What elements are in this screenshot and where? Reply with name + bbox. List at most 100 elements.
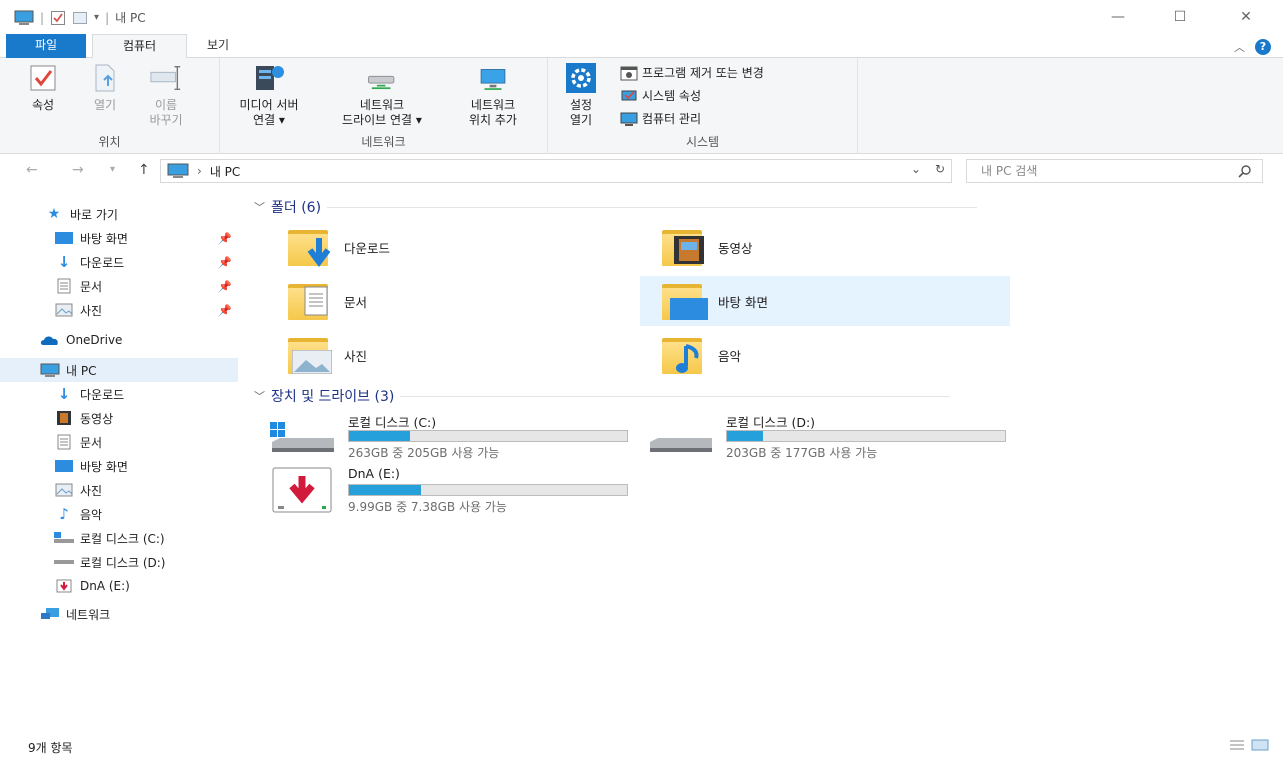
nav-qa-desktop[interactable]: 바탕 화면 📌 — [0, 226, 238, 250]
recent-dropdown-icon[interactable]: ▾ — [110, 164, 115, 175]
properties-check-icon[interactable] — [50, 10, 66, 26]
forward-arrow-icon[interactable]: → — [72, 162, 84, 178]
address-bar[interactable]: › 내 PC ⌄ ↻ — [160, 159, 952, 183]
open-settings-button[interactable]: 설정 열기 — [556, 62, 606, 128]
system-drive-icon — [54, 530, 74, 546]
folder-tile-documents[interactable]: 문서 — [266, 276, 636, 326]
collapse-ribbon-icon[interactable]: ︿ — [1234, 39, 1245, 55]
desktop-icon — [54, 458, 74, 474]
ribbon-tabs: 파일 컴퓨터 보기 — [0, 34, 1283, 59]
drive-usage-bar — [348, 430, 628, 442]
nav-quick-access[interactable]: ★ 바로 가기 — [0, 202, 238, 226]
media-server-icon — [256, 66, 284, 90]
separator: | — [40, 10, 45, 25]
drives-group-header[interactable]: ﹀ 장치 및 드라이브 (3) — [254, 386, 951, 406]
refresh-icon[interactable]: ↻ — [935, 162, 945, 176]
pin-icon[interactable]: 📌 — [218, 232, 232, 245]
network-location-icon — [480, 69, 506, 90]
drive-tile-d[interactable]: 로컬 디스크 (D:) 203GB 중 177GB 사용 가능 — [648, 412, 1008, 462]
tab-computer[interactable]: 컴퓨터 — [92, 34, 187, 59]
system-drive-icon — [270, 422, 334, 452]
search-icon[interactable] — [1238, 164, 1252, 178]
download-arrow-icon: ↓ — [57, 253, 71, 271]
nav-qa-pictures[interactable]: 사진 📌 — [0, 298, 238, 322]
pin-icon[interactable]: 📌 — [218, 304, 232, 317]
address-history-dropdown-icon[interactable]: ⌄ — [911, 162, 921, 176]
drive-tile-c[interactable]: 로컬 디스크 (C:) 263GB 중 205GB 사용 가능 — [270, 412, 630, 462]
breadcrumb-this-pc[interactable]: 내 PC — [210, 163, 240, 180]
nav-pc-documents[interactable]: 문서 — [0, 430, 238, 454]
drive-tile-e[interactable]: DnA (E:) 9.99GB 중 7.38GB 사용 가능 — [270, 466, 630, 516]
divider — [400, 395, 951, 397]
folder-tile-music[interactable]: 음악 — [640, 330, 1010, 380]
map-network-drive-button[interactable]: 네트워크 드라이브 연결 ▾ — [320, 62, 444, 128]
folders-group-header[interactable]: ﹀ 폴더 (6) — [254, 197, 978, 217]
qat-dropdown-icon[interactable]: ▾ — [94, 12, 99, 23]
uninstall-program-button[interactable]: 프로그램 제거 또는 변경 — [620, 64, 764, 81]
search-box[interactable]: 내 PC 검색 — [966, 159, 1263, 183]
drive-usage-bar — [726, 430, 1006, 442]
star-icon: ★ — [47, 206, 61, 222]
nav-pc-drive-e[interactable]: DnA (E:) — [0, 574, 238, 598]
system-properties-button[interactable]: 시스템 속성 — [620, 87, 701, 104]
nav-network[interactable]: 네트워크 — [0, 602, 238, 626]
close-button[interactable]: ✕ — [1226, 6, 1266, 28]
nav-pc-videos[interactable]: 동영상 — [0, 406, 238, 430]
drive-usage-bar — [348, 484, 628, 496]
nav-pc-downloads[interactable]: ↓ 다운로드 — [0, 382, 238, 406]
large-icons-view-icon[interactable] — [1251, 739, 1269, 751]
uninstall-icon — [620, 66, 638, 80]
status-bar: 9개 항목 — [0, 733, 1283, 759]
folder-tile-videos[interactable]: 동영상 — [640, 222, 1010, 272]
ribbon-help-area: ︿ ? — [1234, 39, 1271, 55]
nav-onedrive[interactable]: OneDrive — [0, 328, 238, 352]
computer-management-button[interactable]: 컴퓨터 관리 — [620, 110, 701, 127]
up-arrow-icon[interactable]: ↑ — [138, 162, 150, 178]
folder-documents-icon — [284, 278, 334, 324]
removable-drive-icon — [54, 578, 74, 594]
removable-drive-icon — [272, 467, 332, 513]
new-folder-icon[interactable] — [72, 10, 88, 26]
pictures-icon — [54, 302, 74, 318]
maximize-button[interactable]: ☐ — [1160, 6, 1200, 28]
open-button[interactable]: 열기 — [80, 62, 130, 113]
breadcrumb-chevron-icon[interactable]: › — [197, 164, 202, 178]
video-icon — [54, 410, 74, 426]
nav-qa-downloads[interactable]: ↓ 다운로드 📌 — [0, 250, 238, 274]
tab-file[interactable]: 파일 — [6, 34, 86, 58]
back-arrow-icon[interactable]: ← — [26, 162, 38, 178]
nav-pc-drive-c[interactable]: 로컬 디스크 (C:) — [0, 526, 238, 550]
details-view-icon[interactable] — [1229, 739, 1245, 751]
properties-button[interactable]: 속성 — [18, 62, 68, 113]
this-pc-icon — [167, 163, 189, 178]
folder-videos-icon — [658, 224, 708, 270]
network-icon — [40, 606, 60, 622]
help-icon[interactable]: ? — [1255, 39, 1271, 55]
folder-tile-pictures[interactable]: 사진 — [266, 330, 636, 380]
divider — [327, 206, 978, 208]
folder-music-icon — [658, 332, 708, 378]
minimize-button[interactable]: — — [1098, 6, 1138, 28]
chevron-down-icon: ﹀ — [254, 201, 265, 214]
settings-gear-icon — [566, 63, 596, 93]
add-network-location-button[interactable]: 네트워크 위치 추가 — [448, 62, 538, 128]
nav-pc-pictures[interactable]: 사진 — [0, 478, 238, 502]
pin-icon[interactable]: 📌 — [218, 256, 232, 269]
computer-icon[interactable] — [14, 10, 34, 26]
nav-qa-documents[interactable]: 문서 📌 — [0, 274, 238, 298]
tab-view[interactable]: 보기 — [192, 34, 244, 58]
nav-pc-music[interactable]: ♪ 음악 — [0, 502, 238, 526]
pin-icon[interactable]: 📌 — [218, 280, 232, 293]
document-icon — [54, 278, 74, 294]
nav-pc-drive-d[interactable]: 로컬 디스크 (D:) — [0, 550, 238, 574]
this-pc-icon — [40, 362, 60, 378]
search-input[interactable]: 내 PC 검색 — [981, 164, 1037, 178]
ribbon-group-label: 네트워크 — [361, 135, 406, 149]
download-arrow-icon: ↓ — [57, 385, 71, 403]
folder-tile-desktop[interactable]: 바탕 화면 — [640, 276, 1010, 326]
folder-tile-downloads[interactable]: 다운로드 — [266, 222, 636, 272]
nav-this-pc[interactable]: 내 PC — [0, 358, 238, 382]
nav-pc-desktop[interactable]: 바탕 화면 — [0, 454, 238, 478]
media-server-button[interactable]: 미디어 서버 연결 ▾ — [220, 62, 318, 128]
rename-button[interactable]: 이름 바꾸기 — [136, 62, 196, 128]
